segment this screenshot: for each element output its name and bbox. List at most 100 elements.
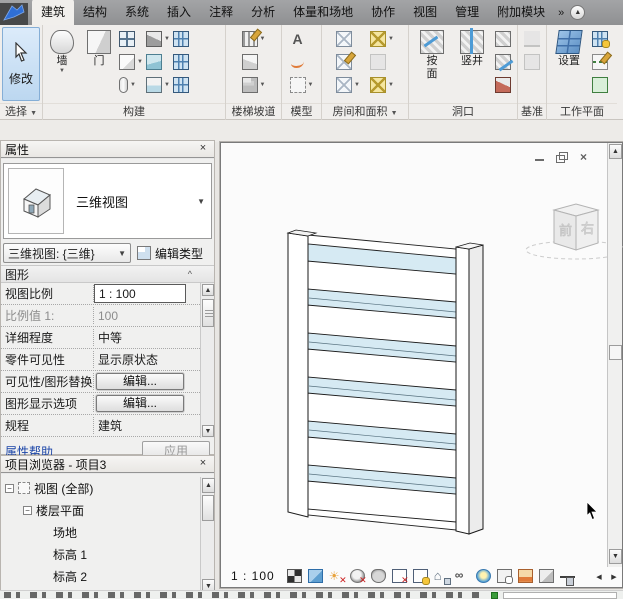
model-group-icon[interactable] xyxy=(290,77,306,93)
crop-view-icon[interactable] xyxy=(392,569,407,583)
temporary-hide-isolate-icon[interactable]: ∞ xyxy=(455,569,470,583)
scrollbar-thumb[interactable] xyxy=(609,345,622,360)
collapse-chevron-icon[interactable]: ^ xyxy=(188,269,192,279)
scroll-up-icon[interactable]: ▲ xyxy=(202,284,214,296)
tag-room-icon[interactable] xyxy=(336,77,352,93)
floor-dropdown-icon[interactable]: ▼ xyxy=(164,82,170,88)
tab-architecture[interactable]: 建筑 xyxy=(32,0,74,25)
tree-item-floor-plans[interactable]: − 楼层平面 xyxy=(1,499,214,521)
graphic-display-edit-button[interactable]: 编辑... xyxy=(96,395,184,412)
tab-annotate[interactable]: 注释 xyxy=(200,0,242,25)
view-scale-input[interactable]: 1 : 100 xyxy=(94,284,186,303)
model-line-icon[interactable] xyxy=(290,54,306,70)
type-selector[interactable]: 三维视图 ▼ xyxy=(3,163,212,239)
collapse-box-icon[interactable]: − xyxy=(23,506,32,515)
scale-button[interactable]: 1 : 100 xyxy=(225,569,281,583)
visual-style-icon[interactable] xyxy=(308,569,323,583)
window-icon[interactable] xyxy=(119,31,135,47)
room-icon[interactable] xyxy=(336,31,352,47)
type-selector-dropdown-icon[interactable]: ▼ xyxy=(197,197,211,206)
detail-level-field[interactable]: 中等 xyxy=(94,329,200,346)
shaft-button[interactable]: 竖井 xyxy=(455,28,489,68)
properties-close-icon[interactable]: × xyxy=(196,142,210,156)
modify-button[interactable]: 修改 xyxy=(2,27,40,101)
vertical-scrollbar[interactable]: ▲ ▼ xyxy=(607,143,622,567)
locked-3d-view-icon[interactable]: ⌂ xyxy=(434,569,449,583)
detail-level-icon[interactable] xyxy=(287,569,302,583)
scroll-down-icon[interactable]: ▼ xyxy=(609,549,622,564)
collapse-box-icon[interactable]: − xyxy=(5,484,14,493)
tab-analyze[interactable]: 分析 xyxy=(242,0,284,25)
tab-manage[interactable]: 管理 xyxy=(446,0,488,25)
panel-label-workplane[interactable]: 工作平面 xyxy=(547,103,617,120)
scrollbar-thumb[interactable] xyxy=(202,495,214,521)
status-filter-box[interactable] xyxy=(503,592,617,599)
scroll-up-icon[interactable]: ▲ xyxy=(609,144,622,159)
set-workplane-button[interactable]: 设置 xyxy=(552,28,586,68)
panel-label-stairs[interactable]: 楼梯坡道 xyxy=(226,103,281,120)
edit-type-button[interactable]: 编辑类型 xyxy=(135,243,212,263)
panel-label-datum[interactable]: 基准 xyxy=(518,103,546,120)
tab-massing-site[interactable]: 体量和场地 xyxy=(284,0,362,25)
stair-dropdown-icon[interactable]: ▼ xyxy=(260,82,266,88)
properties-scrollbar[interactable]: ▲ ▼ xyxy=(200,283,214,438)
vertical-opening-icon[interactable] xyxy=(495,54,511,70)
tab-systems[interactable]: 系统 xyxy=(116,0,158,25)
component-dropdown-icon[interactable]: ▼ xyxy=(137,59,143,65)
model-group-dropdown-icon[interactable]: ▼ xyxy=(308,82,314,88)
scroll-down-icon[interactable]: ▼ xyxy=(202,425,214,437)
panel-label-model[interactable]: 模型 xyxy=(282,103,321,120)
tree-item-level-1[interactable]: 标高 1 xyxy=(1,543,214,565)
ribbon-minimize-button[interactable]: ▲ xyxy=(570,5,585,20)
wall-button[interactable]: 墙 ▼ xyxy=(45,28,79,74)
column-icon[interactable] xyxy=(119,77,128,93)
wall-dropdown-icon[interactable]: ▼ xyxy=(59,69,65,74)
tree-item-views[interactable]: − 视图 (全部) xyxy=(1,477,214,499)
model-text-icon[interactable]: A xyxy=(290,31,306,47)
pan-right-icon[interactable]: ▶ xyxy=(608,571,620,584)
vg-edit-button[interactable]: 编辑... xyxy=(96,373,184,390)
ramp-icon[interactable] xyxy=(242,54,258,70)
show-constraints-icon[interactable] xyxy=(560,576,575,582)
panel-label-build[interactable]: 构建 xyxy=(43,103,225,120)
dormer-opening-icon[interactable] xyxy=(495,77,511,93)
tab-addins[interactable]: 附加模块 xyxy=(488,0,554,25)
scrollbar-thumb[interactable] xyxy=(202,299,214,327)
tab-overflow-chevron-icon[interactable]: » xyxy=(558,7,564,19)
panel-label-room-area[interactable]: 房间和面积 ▼ xyxy=(322,103,408,120)
reference-plane-icon[interactable] xyxy=(592,54,608,70)
revit-app-logo[interactable] xyxy=(0,3,28,25)
area-icon[interactable] xyxy=(370,31,386,47)
tab-structure[interactable]: 结构 xyxy=(74,0,116,25)
group-header-graphics[interactable]: 图形 ^ xyxy=(1,266,214,283)
floor-icon[interactable] xyxy=(146,77,162,93)
show-crop-region-icon[interactable] xyxy=(413,569,428,583)
ceiling-icon[interactable] xyxy=(146,54,162,70)
wall-opening-icon[interactable] xyxy=(495,31,511,47)
show-analytical-model-icon[interactable] xyxy=(518,569,533,583)
browser-scrollbar[interactable]: ▲ ▼ xyxy=(200,477,214,595)
workplane-viewer-icon[interactable] xyxy=(592,77,608,93)
reveal-hidden-elements-icon[interactable] xyxy=(476,569,491,583)
tab-insert[interactable]: 插入 xyxy=(158,0,200,25)
railing-dropdown-icon[interactable]: ▼ xyxy=(260,36,266,42)
railing-icon[interactable] xyxy=(242,31,258,47)
instance-selector[interactable]: 三维视图: {三维} ▼ xyxy=(3,243,131,263)
column-dropdown-icon[interactable]: ▼ xyxy=(130,82,136,88)
tab-view[interactable]: 视图 xyxy=(404,0,446,25)
properties-title-bar[interactable]: 属性 × xyxy=(1,141,214,159)
tab-collaborate[interactable]: 协作 xyxy=(362,0,404,25)
render-dialog-icon[interactable] xyxy=(371,569,386,583)
curtain-system-icon[interactable] xyxy=(173,31,189,47)
area-dropdown-icon[interactable]: ▼ xyxy=(388,36,394,42)
tag-area-icon[interactable] xyxy=(370,77,386,93)
opening-by-face-button[interactable]: 按面 xyxy=(415,28,449,81)
show-workplane-icon[interactable] xyxy=(592,31,608,47)
browser-close-icon[interactable]: × xyxy=(196,457,210,471)
temporary-view-properties-icon[interactable] xyxy=(497,569,512,583)
roof-icon[interactable] xyxy=(146,31,162,47)
panel-label-opening[interactable]: 洞口 xyxy=(409,103,517,120)
tree-item-site[interactable]: 场地 xyxy=(1,521,214,543)
discipline-field[interactable]: 建筑 xyxy=(94,417,200,434)
stair-icon[interactable] xyxy=(242,77,258,93)
